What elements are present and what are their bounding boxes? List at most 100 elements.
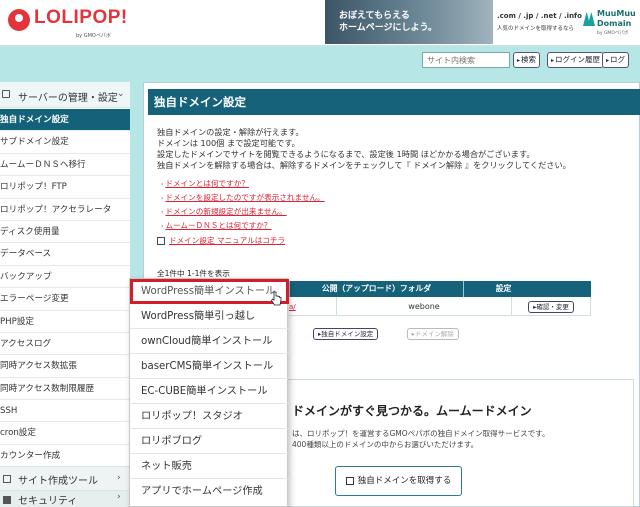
sidebar-item-custom-domain[interactable]: 独自ドメイン設定	[0, 109, 130, 132]
sidebar-item-muumuu-dns[interactable]: ムームーＤＮＳへ移行	[0, 154, 130, 177]
muumuu-logo: MuuMuu Domain by GMOペパボ	[583, 6, 640, 38]
external-link-icon	[345, 476, 354, 485]
domain-link[interactable]: a/	[289, 303, 296, 311]
lolipop-logo[interactable]: LOLIPOP! by GMOペパボ	[6, 6, 128, 40]
help-link-muumuu-dns[interactable]: ムームーＤＮＳとは何ですか？	[165, 221, 271, 230]
sidebar-item-database[interactable]: データベース	[0, 243, 130, 266]
promo-text-line: は、ロリポップ！を運営するGMOペパボの独自ドメイン取得サービスです。	[292, 429, 550, 438]
sidebar-item-access-limit-history[interactable]: 同時アクセス数制限履歴	[0, 378, 130, 401]
logout-label: ログ	[610, 55, 626, 64]
banner-line1: おぼえてもらえる	[339, 11, 410, 21]
help-link-row: › ドメインとは何ですか？	[161, 177, 325, 191]
server-icon	[2, 90, 10, 98]
remove-domain-label: ドメイン解除	[414, 330, 454, 338]
cell-action: ▸確認・変更	[512, 297, 591, 315]
muumuu-brand1: MuuMuu	[597, 9, 636, 18]
menu-item-net-sales[interactable]: ネット販売	[130, 454, 289, 479]
sidebar-item-ssh[interactable]: SSH	[0, 400, 130, 423]
search-button-label: 検索	[521, 55, 537, 64]
sidebar-item-accelerator[interactable]: ロリポップ！アクセラレータ	[0, 199, 130, 221]
desc-line: 独自ドメインを解除する場合は、解除するドメインをチェックして『 ドメイン解除 』…	[157, 160, 571, 170]
book-icon	[157, 237, 165, 245]
cell-domain: a/	[289, 297, 337, 315]
menu-item-basercms-install[interactable]: baserCMS簡単インストール	[130, 354, 289, 379]
arrow-icon: ▸	[606, 57, 610, 64]
login-history-button[interactable]: ▸ログイン履歴	[547, 52, 605, 68]
cell-folder: webone	[337, 297, 512, 315]
arrow-icon: ›	[161, 181, 164, 188]
sidebar-item-cron[interactable]: cron設定	[0, 422, 130, 445]
get-domain-label: 独自ドメインを取得する	[357, 476, 452, 486]
sidebar-item-subdomain[interactable]: サブドメイン設定	[0, 131, 130, 154]
confirm-change-label: 確認・変更	[536, 302, 569, 311]
search-button[interactable]: ▸検索	[513, 52, 541, 68]
muumuu-brand2: Domain	[597, 19, 632, 28]
muumuu-banner[interactable]: おぼえてもらえる ホームページにしよう。 .com / .jp / .net /…	[325, 0, 640, 44]
promo-text-line: 400種類以上のドメインの中からお選びいただけます。	[292, 440, 479, 449]
logout-button[interactable]: ▸ログ	[602, 52, 630, 68]
sidebar-item-disk-usage[interactable]: ディスク使用量	[0, 221, 130, 244]
desc-line: 独自ドメインの設定・解除が行えます。	[157, 127, 304, 137]
banner-photo: おぼえてもらえる ホームページにしよう。	[325, 0, 493, 44]
logo-text: LOLIPOP!	[34, 7, 128, 28]
help-links: › ドメインとは何ですか？ › ドメインを設定したのですが表示されません。 › ドメイ…	[161, 177, 325, 233]
hand-cursor-icon	[271, 291, 282, 306]
shield-icon	[3, 496, 11, 504]
get-domain-button[interactable]: 独自ドメインを取得する	[335, 466, 462, 496]
search-input[interactable]	[422, 52, 510, 68]
sidebar-item-access-log[interactable]: アクセスログ	[0, 333, 130, 356]
menu-item-owncloud-install[interactable]: ownCloud簡単インストール	[130, 329, 289, 354]
login-history-label: ログイン履歴	[555, 55, 601, 64]
sidebar-section-server[interactable]: サーバーの管理・設定 ⌄	[0, 82, 130, 108]
tools-icon	[3, 475, 11, 483]
table-row: a/ webone ▸確認・変更	[289, 297, 591, 316]
sidebar-list: 独自ドメイン設定 サブドメイン設定 ムームーＤＮＳへ移行 ロリポップ！FTP ロ…	[0, 109, 130, 468]
description: 独自ドメインの設定・解除が行えます。 ドメインは 100個 まで設定可能です。 …	[157, 127, 571, 171]
desc-line: 設定したドメインでサイトを閲覧できるようになるまで、設定後 1時間 ほどかかる場…	[157, 149, 535, 159]
sidebar-item-concurrent-access[interactable]: 同時アクセス数拡張	[0, 355, 130, 378]
menu-item-wordpress-migration[interactable]: WordPress簡単引っ越し	[130, 304, 289, 329]
manual-link[interactable]: ドメイン設定 マニュアルはコチラ	[169, 236, 285, 245]
arrow-icon: ▸	[517, 57, 521, 64]
muumuu-brand-sub: by GMOペパボ	[597, 31, 629, 36]
menu-item-lolipo-blog[interactable]: ロリポブログ	[130, 429, 289, 454]
sidebar-section-site-tools[interactable]: サイト作成ツール ›	[0, 466, 130, 490]
banner-domains-sub: 人気のドメインを取得するなら	[497, 26, 575, 32]
help-link-row: › ムームーＤＮＳとは何ですか？	[161, 219, 325, 233]
col-header-settings: 設定	[495, 284, 512, 293]
sidebar-item-error-page[interactable]: エラーページ変更	[0, 288, 130, 311]
add-domain-button[interactable]: ▸独自ドメイン設定	[313, 328, 379, 340]
menu-item-wordpress-install[interactable]: WordPress簡単インストール	[130, 279, 289, 304]
menu-item-eccube-install[interactable]: EC-CUBE簡単インストール	[130, 379, 289, 404]
arrow-icon: ›	[161, 223, 164, 230]
help-link-cannot-set[interactable]: ドメインの新規設定が出来ません。	[165, 207, 286, 216]
menu-item-lolipop-studio[interactable]: ロリポップ！スタジオ	[130, 404, 289, 429]
sidebar-item-ftp[interactable]: ロリポップ！FTP	[0, 176, 130, 199]
sidebar-item-backup[interactable]: バックアップ	[0, 266, 130, 289]
menu-item-app-homepage[interactable]: アプリでホームページ作成	[130, 479, 289, 504]
domain-table: 公開（アップロード）フォルダ 設定 a/ webone ▸確認・変更	[289, 281, 591, 316]
logo-sub: by GMOペパボ	[76, 33, 111, 39]
page-title: 独自ドメイン設定	[148, 89, 640, 115]
desc-line: ドメインは 100個 まで設定可能です。	[157, 138, 300, 148]
sidebar: サーバーの管理・設定 ⌄ 独自ドメイン設定 サブドメイン設定 ムームーＤＮＳへ移…	[0, 82, 130, 507]
table-header: 公開（アップロード）フォルダ 設定	[289, 281, 591, 297]
sidebar-item-counter[interactable]: カウンター作成	[0, 445, 130, 468]
sidebar-site-tools-label: サイト作成ツール	[18, 476, 98, 487]
help-link-not-shown[interactable]: ドメインを設定したのですが表示されません。	[165, 193, 324, 202]
sidebar-item-php[interactable]: PHP設定	[0, 311, 130, 333]
banner-domains: .com / .jp / .net / .info	[497, 12, 582, 20]
help-link-row: › ドメインを設定したのですが表示されません。	[161, 191, 325, 205]
header: LOLIPOP! by GMOペパボ おぼえてもらえる ホームページにしよう。 …	[0, 0, 640, 46]
arrow-icon: ▸	[551, 57, 555, 64]
arrow-icon: ›	[161, 209, 164, 216]
logo-mark-icon	[8, 9, 30, 31]
sidebar-section-security[interactable]: セキュリティ ›	[0, 490, 130, 507]
remove-domain-button[interactable]: ▸ドメイン解除	[406, 328, 459, 340]
add-domain-label: 独自ドメイン設定	[321, 330, 374, 338]
help-link-what-is-domain[interactable]: ドメインとは何ですか？	[165, 179, 249, 188]
promo-text: は、ロリポップ！を運営するGMOペパボの独自ドメイン取得サービスです。 400種…	[292, 428, 549, 450]
muumuu-icon	[583, 12, 595, 26]
confirm-change-button[interactable]: ▸確認・変更	[528, 300, 574, 313]
banner-line2: ホームページにしよう。	[339, 23, 438, 33]
